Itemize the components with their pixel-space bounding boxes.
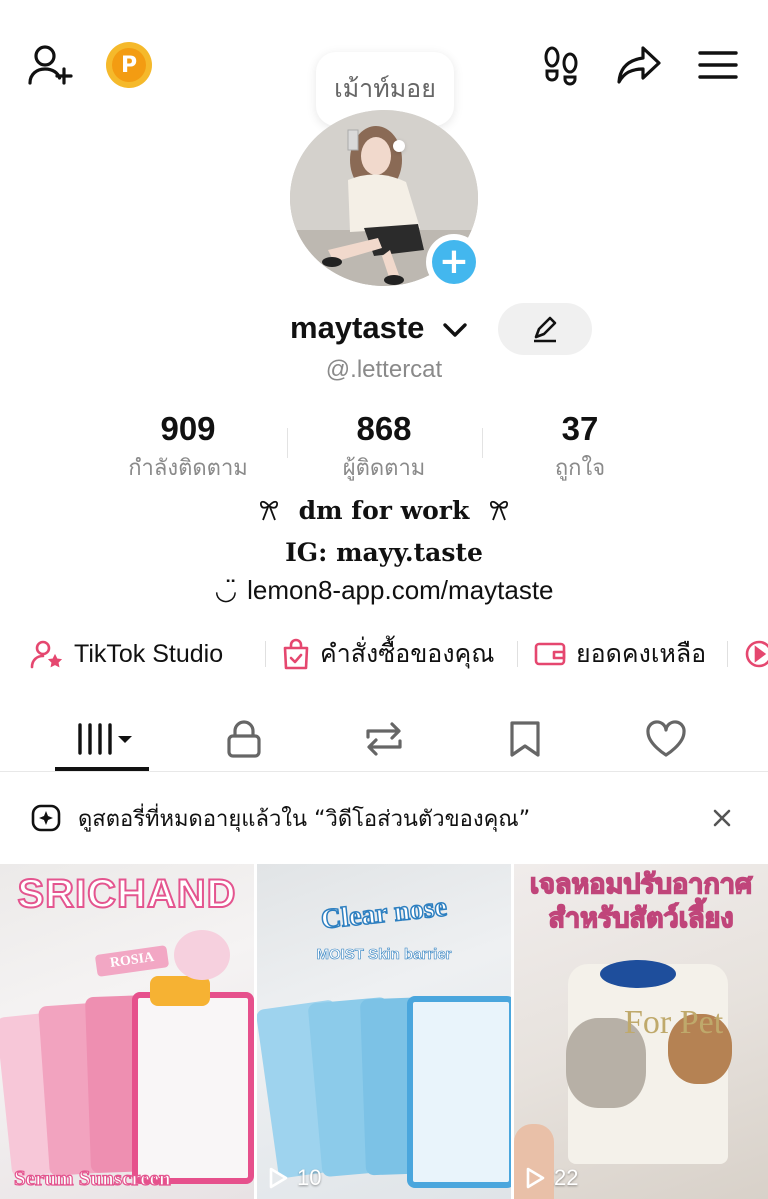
product-image	[132, 992, 254, 1184]
edit-profile-button[interactable]	[498, 303, 592, 355]
view-count: 22	[524, 1165, 578, 1191]
shortcut-divider	[265, 641, 266, 667]
banner-text: ดูสตอรี่ที่หมดอายุแล้วใน “วิดีโอส่วนตัวข…	[78, 806, 531, 832]
coin-icon[interactable]: P	[106, 42, 152, 88]
tab-videos[interactable]	[36, 708, 176, 770]
brand-logo	[600, 960, 676, 988]
sparkle-icon	[31, 804, 61, 832]
pencil-icon	[534, 316, 557, 343]
product-image	[150, 976, 210, 1006]
share-icon[interactable]	[612, 40, 666, 90]
tiktok-studio-shortcut[interactable]: TikTok Studio	[30, 634, 223, 674]
bio-line-1-text: dm for work	[298, 496, 470, 525]
view-count-text: 10	[297, 1165, 322, 1190]
ribbon-icon	[489, 500, 509, 521]
video-tile[interactable]: SRICHAND ROSIA Serum Sunscreen	[0, 864, 254, 1199]
tile-headline: SRICHAND	[16, 871, 237, 917]
more-shortcut[interactable]	[744, 634, 768, 674]
bio-line-1: dm for work	[0, 496, 768, 525]
tiktok-studio-label: TikTok Studio	[74, 639, 224, 668]
shortcut-divider	[517, 641, 518, 667]
user-star-icon	[30, 640, 63, 669]
expired-stories-banner[interactable]: ดูสตอรี่ที่หมดอายุแล้วใน “วิดีโอส่วนตัวข…	[0, 772, 768, 864]
view-count: 10	[267, 1165, 321, 1191]
tile-subtitle: MOIST Skin barrier	[316, 946, 452, 964]
tile-caption: Serum Sunscreen	[13, 1165, 171, 1190]
following-count: 909	[160, 410, 216, 447]
likes-stat[interactable]: 37 ถูกใจ	[482, 410, 678, 485]
wallet-icon	[534, 642, 566, 666]
tile-subtitle: ROSIA	[94, 945, 170, 977]
balance-label: ยอดคงเหลือ	[576, 639, 707, 668]
heart-icon	[646, 720, 686, 757]
followers-stat[interactable]: 868 ผู้ติดตาม	[286, 410, 482, 485]
bio-line-2: IG: mayy.taste	[285, 538, 483, 567]
close-icon[interactable]	[708, 804, 736, 832]
play-icon	[526, 1167, 545, 1189]
status-bubble-text: เม้าท์มอย	[334, 74, 436, 103]
tile-headline: Clear nose	[319, 891, 449, 937]
plus-icon: +	[432, 240, 476, 284]
tab-private[interactable]	[174, 708, 314, 770]
smile-icon: ◡̈	[214, 576, 238, 606]
add-story-button[interactable]: +	[426, 234, 482, 290]
play-icon	[269, 1167, 288, 1189]
chevron-down-icon[interactable]	[440, 316, 470, 344]
bubble-tail	[393, 140, 405, 152]
balance-shortcut[interactable]: ยอดคงเหลือ	[534, 634, 706, 674]
ribbon-icon	[259, 500, 278, 521]
lock-icon	[227, 720, 261, 758]
username-handle: @.lettercat	[325, 356, 443, 383]
view-count-text: 22	[554, 1165, 579, 1190]
followers-label: ผู้ติดตาม	[342, 456, 426, 481]
orders-label: คำสั่งซื้อของคุณ	[320, 639, 495, 668]
shopping-bag-icon	[283, 638, 309, 670]
following-stat[interactable]: 909 กำลังติดตาม	[90, 410, 286, 485]
add-friend-icon[interactable]	[24, 40, 78, 90]
bookmark-icon	[510, 721, 540, 757]
following-label: กำลังติดตาม	[128, 456, 248, 481]
video-tile[interactable]: Clear nose MOIST Skin barrier 10	[257, 864, 511, 1199]
shortcut-divider	[727, 641, 728, 667]
play-circle-icon	[745, 640, 768, 668]
followers-count: 868	[356, 410, 412, 447]
repost-icon	[366, 722, 402, 756]
tab-reposts[interactable]	[314, 708, 454, 770]
tile-subtitle: For Pet	[624, 1004, 724, 1041]
likes-count: 37	[561, 410, 599, 447]
display-name[interactable]: maytaste	[290, 310, 424, 346]
tab-liked[interactable]	[596, 708, 736, 770]
orders-shortcut[interactable]: คำสั่งซื้อของคุณ	[282, 634, 494, 674]
likes-label: ถูกใจ	[554, 456, 606, 481]
coin-letter: P	[112, 48, 146, 82]
product-image	[407, 996, 511, 1188]
tab-saved[interactable]	[455, 708, 595, 770]
cat-sticker	[174, 930, 230, 980]
bio-link[interactable]: ◡̈ lemon8-app.com/maytaste	[0, 575, 768, 606]
bio-link-text[interactable]: lemon8-app.com/maytaste	[247, 575, 553, 605]
video-tile[interactable]: For Pet เจลหอมปรับอากาศ สำหรับสัตว์เลี้ย…	[514, 864, 768, 1199]
footprints-icon[interactable]	[536, 40, 588, 90]
tile-headline: เจลหอมปรับอากาศ สำหรับสัตว์เลี้ยง	[529, 868, 753, 935]
grid-icon	[78, 723, 132, 755]
menu-icon[interactable]	[692, 40, 744, 90]
